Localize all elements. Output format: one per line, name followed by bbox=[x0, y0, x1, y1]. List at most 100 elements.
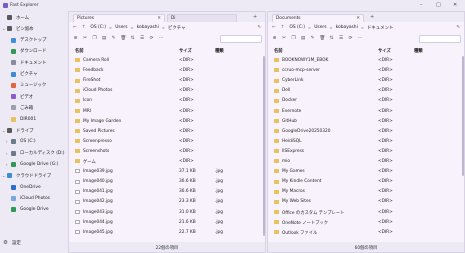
sidebar-item[interactable]: ⌄ ピン留め bbox=[0, 24, 67, 33]
add-tab-icon[interactable]: + bbox=[253, 14, 257, 20]
breadcrumb-folder[interactable]: ピクチャ bbox=[168, 25, 186, 31]
sidebar-item[interactable]: OneDrive bbox=[0, 183, 67, 192]
sidebar-item[interactable]: ミュージック bbox=[0, 81, 67, 90]
cut-icon[interactable]: ✂ bbox=[282, 36, 287, 41]
view-icon[interactable]: ☰ bbox=[339, 36, 344, 41]
sidebar-item[interactable]: ピクチャ bbox=[0, 70, 67, 79]
column-type[interactable]: 種類 bbox=[414, 48, 423, 54]
file-row[interactable]: Icon <DIR> bbox=[69, 96, 265, 105]
new-folder-icon[interactable]: ⊕ bbox=[73, 36, 78, 41]
sidebar-item[interactable]: ⌄ ドライブ bbox=[0, 126, 67, 135]
sidebar-item[interactable]: ⌄ クラウドドライブ bbox=[0, 171, 67, 180]
search-input[interactable] bbox=[220, 34, 262, 43]
copy-icon[interactable]: ❐ bbox=[92, 36, 97, 41]
file-row[interactable]: Outlook ファイル <DIR> bbox=[268, 228, 464, 237]
file-row[interactable]: My Games <DIR> bbox=[268, 167, 464, 176]
minimize-icon[interactable]: – bbox=[420, 2, 423, 8]
breadcrumb-folder[interactable]: ドキュメント bbox=[367, 25, 393, 31]
file-row[interactable]: Image043.jpg 31.0 KB .jpg bbox=[69, 208, 265, 217]
sidebar-item[interactable]: › OS (C:) bbox=[0, 137, 67, 146]
column-type[interactable]: 種類 bbox=[215, 48, 224, 54]
file-row[interactable]: My Kindle Content <DIR> bbox=[268, 177, 464, 186]
sidebar-item[interactable]: ビデオ bbox=[0, 92, 67, 101]
breadcrumb-drive[interactable]: OS (C:) bbox=[90, 25, 106, 30]
scrollbar[interactable] bbox=[262, 56, 265, 236]
sidebar-item[interactable]: デスクトップ bbox=[0, 36, 67, 45]
view-icon[interactable]: ☰ bbox=[140, 36, 145, 41]
add-tab-icon[interactable]: + bbox=[370, 14, 374, 20]
edit-path-icon[interactable]: ✎ bbox=[257, 25, 261, 30]
rename-icon[interactable]: ✎ bbox=[310, 36, 315, 41]
sort-icon[interactable]: ⇅ bbox=[329, 36, 334, 41]
file-row[interactable]: Evernote <DIR> bbox=[268, 107, 464, 116]
delete-icon[interactable]: 🗑 bbox=[121, 36, 127, 41]
file-row[interactable]: Docker <DIR> bbox=[268, 96, 464, 105]
file-row[interactable]: ccruo-mcp-server <DIR> bbox=[268, 66, 464, 75]
sidebar-item[interactable]: ドキュメント bbox=[0, 58, 67, 67]
file-row[interactable]: Image042.jpg 23.3 KB .jpg bbox=[69, 197, 265, 206]
sidebar-item[interactable]: Google Drive bbox=[0, 205, 67, 214]
file-row[interactable]: MRI <DIR> bbox=[69, 107, 265, 116]
edit-path-icon[interactable]: ✎ bbox=[456, 25, 460, 30]
file-row[interactable]: Camera Roll <DIR> bbox=[69, 56, 265, 65]
file-row[interactable]: IISExpress <DIR> bbox=[268, 147, 464, 156]
tab-di[interactable]: Di bbox=[167, 13, 237, 22]
file-row[interactable]: Image045.jpg 22.7 KB .jpg bbox=[69, 228, 265, 237]
search-input[interactable] bbox=[419, 34, 461, 43]
paste-icon[interactable]: ▤ bbox=[301, 36, 306, 41]
more-icon[interactable]: ⋯ bbox=[358, 36, 363, 41]
new-folder-icon[interactable]: ⊕ bbox=[272, 36, 277, 41]
tab-documents[interactable]: Documents ✕ bbox=[272, 13, 364, 22]
breadcrumb-drive[interactable]: OS (C:) bbox=[289, 25, 305, 30]
close-tab-icon[interactable]: ✕ bbox=[157, 16, 161, 21]
delete-icon[interactable]: 🗑 bbox=[320, 36, 326, 41]
sidebar-item[interactable]: › Google Drive (G:) bbox=[0, 160, 67, 169]
file-row[interactable]: Screenshots <DIR> bbox=[69, 147, 265, 156]
file-row[interactable]: FireShot <DIR> bbox=[69, 76, 265, 85]
file-row[interactable]: Saved Pictures <DIR> bbox=[69, 127, 265, 136]
column-name[interactable]: 名前 bbox=[274, 48, 283, 54]
close-tab-icon[interactable]: ✕ bbox=[356, 16, 360, 21]
sidebar-item[interactable]: ダウンロード bbox=[0, 47, 67, 56]
sort-icon[interactable]: ⇅ bbox=[130, 36, 135, 41]
sidebar-item[interactable]: ごみ箱 bbox=[0, 103, 67, 112]
close-icon[interactable]: ✕ bbox=[453, 2, 457, 8]
sidebar-item[interactable]: › ローカルディスク (D:) bbox=[0, 149, 67, 158]
settings-button[interactable]: ⚙ 設定 bbox=[3, 240, 21, 246]
file-row[interactable]: My Web Sites <DIR> bbox=[268, 197, 464, 206]
cut-icon[interactable]: ✂ bbox=[83, 36, 88, 41]
maximize-icon[interactable]: □ bbox=[436, 2, 441, 8]
file-row[interactable]: My Image Garden <DIR> bbox=[69, 117, 265, 126]
file-row[interactable]: Image044.jpg 21.6 KB .jpg bbox=[69, 218, 265, 227]
copy-icon[interactable]: ❐ bbox=[291, 36, 296, 41]
left-address-bar[interactable]: ← ↑ OS (C:) > Users > kobayashi > ピクチャ ✎ bbox=[69, 22, 265, 33]
back-icon[interactable]: ← bbox=[73, 25, 77, 30]
refresh-icon[interactable]: ⟳ bbox=[348, 36, 353, 41]
back-icon[interactable]: ← bbox=[272, 25, 276, 30]
file-row[interactable]: GoogleDrive20250320 <DIR> bbox=[268, 127, 464, 136]
right-address-bar[interactable]: ← ↑ OS (C:) > Users > kobayashi > ドキュメント… bbox=[268, 22, 464, 33]
sidebar-item[interactable]: iCloud Photos bbox=[0, 194, 67, 203]
file-row[interactable]: My Macros <DIR> bbox=[268, 187, 464, 196]
file-row[interactable]: BOOKNOWY1M_EBOK <DIR> bbox=[268, 56, 464, 65]
up-icon[interactable]: ↑ bbox=[281, 25, 285, 30]
breadcrumb-users[interactable]: Users bbox=[115, 25, 127, 30]
file-row[interactable]: HeidiSQL <DIR> bbox=[268, 137, 464, 146]
file-row[interactable]: Office のカスタム テンプレート <DIR> bbox=[268, 208, 464, 217]
file-row[interactable]: OneNote ノートブック <DIR> bbox=[268, 218, 464, 227]
tab-pictures[interactable]: Pictures ✕ bbox=[73, 13, 165, 22]
file-row[interactable]: GitHub <DIR> bbox=[268, 117, 464, 126]
up-icon[interactable]: ↑ bbox=[82, 25, 86, 30]
file-row[interactable]: CyberLink <DIR> bbox=[268, 76, 464, 85]
sidebar-item[interactable]: ホーム bbox=[0, 13, 67, 22]
sidebar-item[interactable]: DIR001 bbox=[0, 115, 67, 124]
breadcrumb-user[interactable]: kobayashi bbox=[336, 25, 358, 30]
breadcrumb-user[interactable]: kobayashi bbox=[137, 25, 159, 30]
file-row[interactable]: Image041.jpg 36.6 KB .jpg bbox=[69, 187, 265, 196]
rename-icon[interactable]: ✎ bbox=[111, 36, 116, 41]
column-name[interactable]: 名前 bbox=[75, 48, 84, 54]
file-row[interactable]: Image039.jpg 37.1 KB .jpg bbox=[69, 167, 265, 176]
file-row[interactable]: Dell <DIR> bbox=[268, 86, 464, 95]
column-size[interactable]: サイズ bbox=[179, 48, 192, 54]
scrollbar[interactable] bbox=[461, 56, 464, 176]
